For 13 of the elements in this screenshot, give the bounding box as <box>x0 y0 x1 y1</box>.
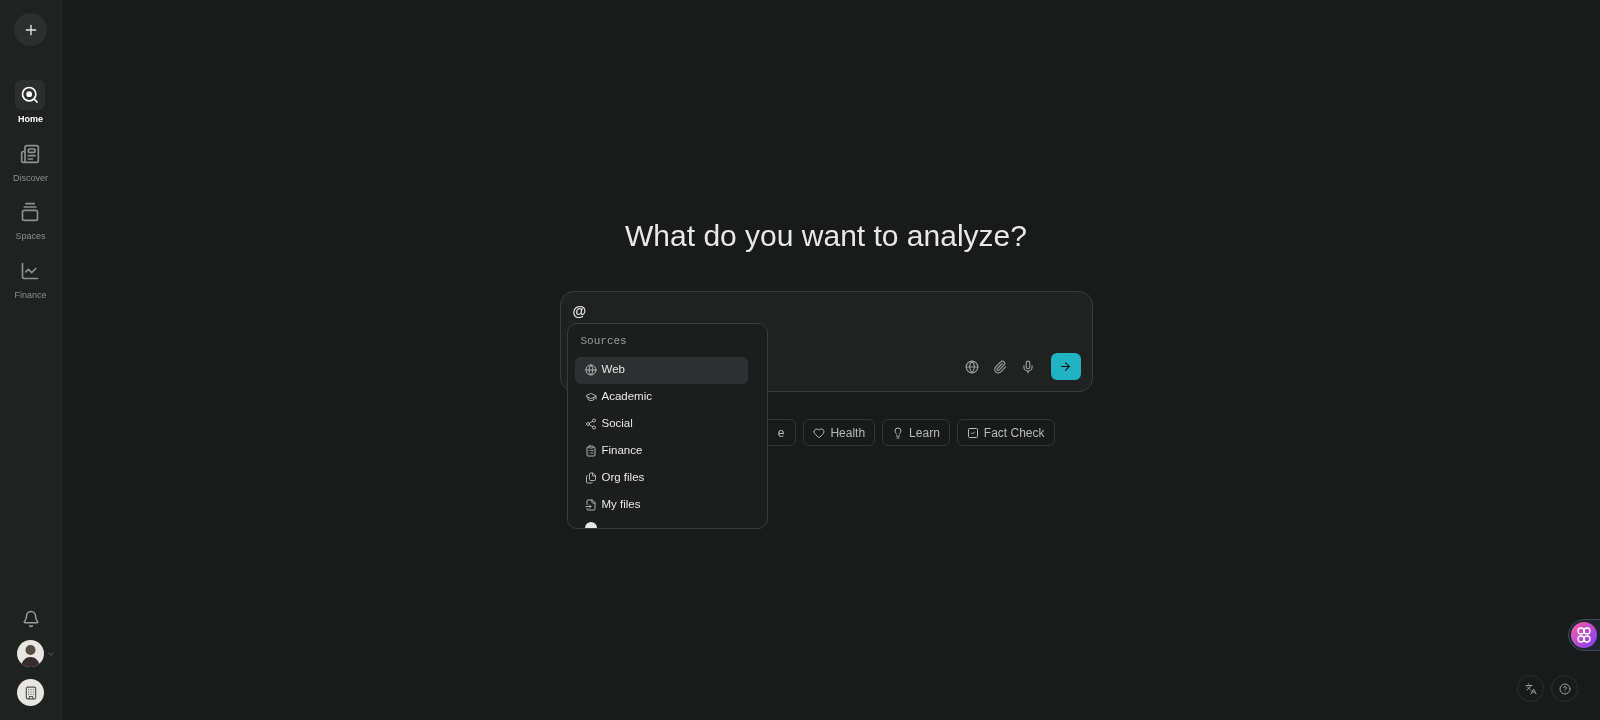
nav-item[interactable]: Spaces <box>15 197 46 244</box>
source-item[interactable]: Academic <box>574 383 748 411</box>
source-item[interactable]: My files <box>574 491 748 519</box>
source-item[interactable]: Org files <box>574 464 748 492</box>
page-title: What do you want to analyze? <box>625 218 1027 254</box>
query-input[interactable]: @ <box>572 301 873 322</box>
nav-item[interactable]: Discover <box>13 138 48 185</box>
suggestion-chip[interactable]: Learn <box>882 419 950 446</box>
menu-heading: Sources <box>579 334 628 349</box>
nav-item[interactable]: Finance <box>14 255 47 302</box>
suggestion-chip[interactable]: Fact Check <box>956 419 1055 446</box>
source-item[interactable]: Web <box>574 356 748 384</box>
suggestion-chip[interactable]: Health <box>803 419 876 446</box>
